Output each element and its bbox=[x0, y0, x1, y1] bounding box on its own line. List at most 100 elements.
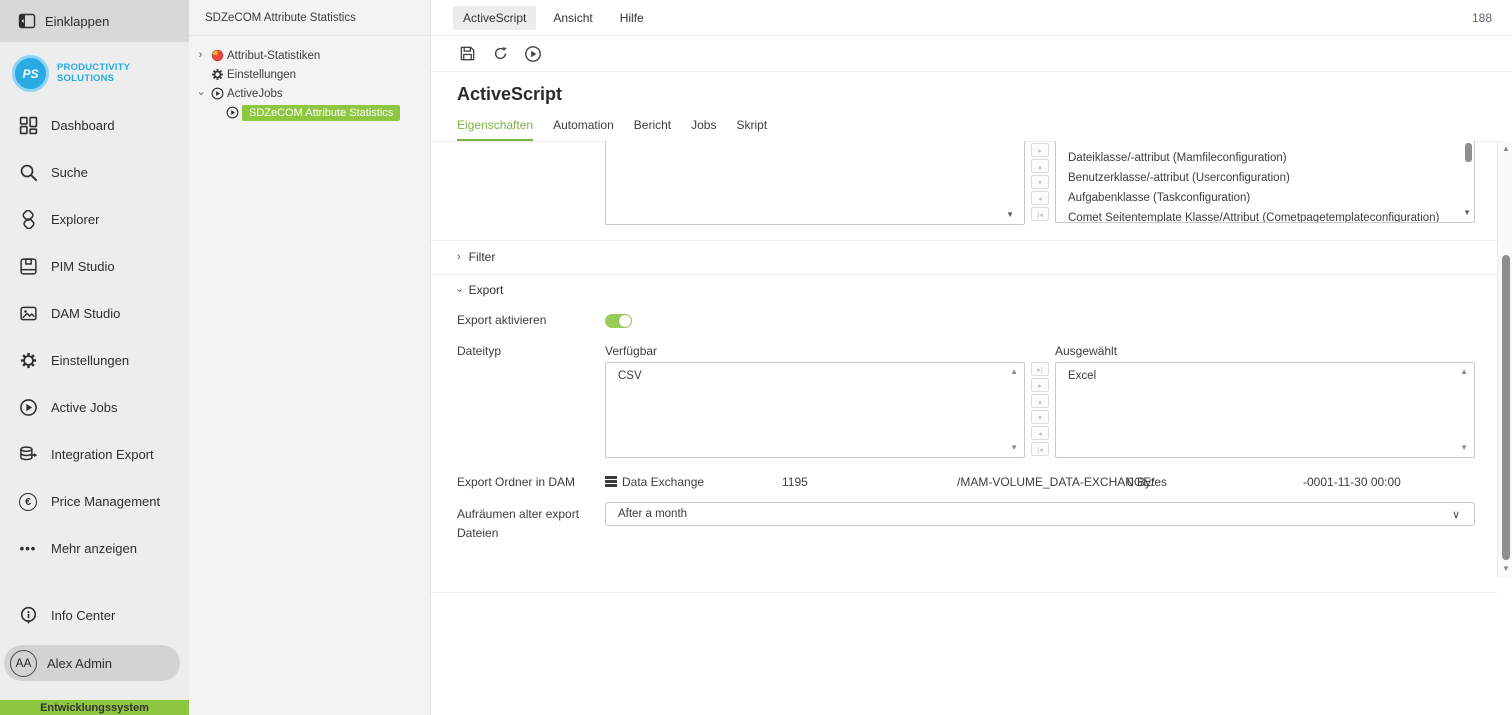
move-left-button[interactable]: ◂ bbox=[1031, 426, 1049, 440]
filetype-transfer-buttons: ▸| ▸ ▴ ▾ ◂ |◂ bbox=[1031, 362, 1049, 456]
tab-eigenschaften[interactable]: Eigenschaften bbox=[457, 118, 533, 141]
scroll-down-icon[interactable]: ▼ bbox=[1502, 565, 1510, 573]
sidebar-item-pim-studio[interactable]: PIM Studio bbox=[0, 243, 189, 290]
menu-hilfe[interactable]: Hilfe bbox=[610, 6, 654, 30]
sidebar-item-label: Explorer bbox=[51, 212, 99, 227]
refresh-icon[interactable] bbox=[490, 44, 510, 64]
sidebar-item-explorer[interactable]: Explorer bbox=[0, 196, 189, 243]
list-item[interactable]: Comet Seitentemplate Klasse/Attribut (Co… bbox=[1056, 207, 1474, 223]
tree-item-label: ActiveJobs bbox=[227, 88, 283, 100]
move-right-button[interactable]: ▸ bbox=[1031, 378, 1049, 392]
play-circle-icon bbox=[226, 106, 237, 119]
chevron-right-icon[interactable]: › bbox=[195, 50, 206, 61]
sidebar-item-dashboard[interactable]: Dashboard bbox=[0, 102, 189, 149]
sidebar-item-active-jobs[interactable]: Active Jobs bbox=[0, 384, 189, 431]
sidebar-item-label: Info Center bbox=[51, 608, 115, 623]
scrollbar-thumb[interactable] bbox=[1465, 143, 1472, 162]
sidebar-item-suche[interactable]: Suche bbox=[0, 149, 189, 196]
tree-item-sdzecom-attribute-statistics[interactable]: SDZeCOM Attribute Statistics bbox=[226, 103, 430, 122]
tree-item-attribut-statistiken[interactable]: › Attribut-Statistiken bbox=[195, 46, 430, 65]
play-circle-icon bbox=[211, 87, 222, 100]
dam-folder-date: -0001-11-30 00:00 bbox=[1303, 475, 1401, 489]
collapse-sidebar-button[interactable]: Einklappen bbox=[0, 0, 189, 42]
counter-badge: 188 bbox=[1472, 11, 1492, 25]
divider bbox=[431, 592, 1497, 593]
tree-item-activejobs[interactable]: › ActiveJobs bbox=[195, 84, 430, 103]
move-all-left-button[interactable]: |◂ bbox=[1031, 207, 1049, 221]
logo-text: PRODUCTIVITY SOLUTIONS bbox=[57, 63, 130, 84]
move-up-button[interactable]: ▴ bbox=[1031, 159, 1049, 173]
avatar: AA bbox=[10, 650, 37, 677]
move-right-button[interactable]: ▸ bbox=[1031, 143, 1049, 157]
scrollbar-thumb[interactable] bbox=[1502, 255, 1510, 560]
move-all-left-button[interactable]: |◂ bbox=[1031, 442, 1049, 456]
list-item[interactable]: Dateiklasse/-attribut (Mamfileconfigurat… bbox=[1056, 147, 1474, 167]
page-scrollbar[interactable]: ▲ ▼ bbox=[1497, 141, 1512, 578]
euro-circle-icon: € bbox=[18, 492, 38, 512]
filetype-selected-listbox[interactable]: Excel ▲ ▼ bbox=[1055, 362, 1475, 458]
filetype-available-listbox[interactable]: CSV ▲ ▼ bbox=[605, 362, 1025, 458]
logo-ps-badge: PS bbox=[12, 55, 49, 92]
sidebar-item-integration-export[interactable]: Integration Export bbox=[0, 431, 189, 478]
menu-activescript[interactable]: ActiveScript bbox=[453, 6, 536, 30]
main-content: ActiveScript Ansicht Hilfe 188 ActiveScr… bbox=[431, 0, 1512, 715]
scroll-down-icon[interactable]: ▼ bbox=[1460, 444, 1468, 452]
attribute-available-listbox[interactable]: ▼ bbox=[605, 141, 1025, 225]
section-filter[interactable]: › Filter bbox=[457, 250, 495, 264]
menu-ansicht[interactable]: Ansicht bbox=[543, 6, 602, 30]
scroll-up-icon[interactable]: ▲ bbox=[1460, 368, 1468, 376]
filetype-label: Dateityp bbox=[457, 344, 501, 358]
move-down-button[interactable]: ▾ bbox=[1031, 410, 1049, 424]
list-item[interactable]: Benutzerklasse/-attribut (Userconfigurat… bbox=[1056, 167, 1474, 187]
dam-folder-label: Export Ordner in DAM bbox=[457, 475, 575, 489]
sidebar-item-mehr-anzeigen[interactable]: ••• Mehr anzeigen bbox=[0, 525, 189, 572]
page-title: ActiveScript bbox=[457, 84, 562, 105]
sidebar-item-dam-studio[interactable]: DAM Studio bbox=[0, 290, 189, 337]
tab-bericht[interactable]: Bericht bbox=[634, 118, 671, 141]
search-icon bbox=[18, 163, 38, 183]
dam-folder-name[interactable]: Data Exchange bbox=[622, 475, 704, 489]
list-item[interactable]: Excel bbox=[1056, 363, 1474, 385]
sidebar-item-einstellungen[interactable]: Einstellungen bbox=[0, 337, 189, 384]
tab-jobs[interactable]: Jobs bbox=[691, 118, 716, 141]
list-item[interactable]: Aufgabenklasse (Taskconfiguration) bbox=[1056, 187, 1474, 207]
cleanup-select-value: After a month bbox=[618, 508, 687, 520]
sidebar-item-price-management[interactable]: € Price Management bbox=[0, 478, 189, 525]
scroll-up-icon[interactable]: ▲ bbox=[1502, 145, 1510, 153]
scroll-up-icon[interactable]: ▲ bbox=[1010, 368, 1018, 376]
sidebar-item-label: Active Jobs bbox=[51, 400, 117, 415]
scroll-down-icon[interactable]: ▼ bbox=[1463, 209, 1471, 217]
user-menu[interactable]: AA Alex Admin bbox=[4, 645, 180, 681]
scroll-down-icon[interactable]: ▼ bbox=[1010, 444, 1018, 452]
navigation-tree-panel: SDZeCOM Attribute Statistics › Attribut-… bbox=[189, 0, 431, 715]
move-all-right-button[interactable]: ▸| bbox=[1031, 362, 1049, 376]
run-button[interactable] bbox=[523, 44, 543, 64]
move-left-button[interactable]: ◂ bbox=[1031, 191, 1049, 205]
divider bbox=[431, 240, 1497, 241]
attribute-selected-listbox[interactable]: Dateiklasse/-attribut (Mamfileconfigurat… bbox=[1055, 141, 1475, 223]
dam-folder-id: 1195 bbox=[782, 475, 808, 489]
scroll-down-icon[interactable]: ▼ bbox=[1006, 211, 1014, 219]
move-up-button[interactable]: ▴ bbox=[1031, 394, 1049, 408]
tab-automation[interactable]: Automation bbox=[553, 118, 614, 141]
sidebar-item-label: Einstellungen bbox=[51, 353, 129, 368]
menubar: ActiveScript Ansicht Hilfe 188 bbox=[431, 0, 1512, 36]
section-export[interactable]: › Export bbox=[457, 283, 503, 297]
environment-badge: Entwicklungssystem bbox=[0, 700, 189, 715]
chevron-down-icon[interactable]: › bbox=[195, 88, 206, 99]
tree-item-einstellungen[interactable]: Einstellungen bbox=[211, 65, 430, 84]
app-window: Einklappen PS PRODUCTIVITY SOLUTIONS Das… bbox=[0, 0, 1512, 715]
sidebar-item-info-center[interactable]: Info Center bbox=[0, 592, 189, 639]
section-filter-label: Filter bbox=[469, 250, 496, 264]
export-enable-toggle[interactable] bbox=[605, 314, 632, 328]
list-item[interactable]: CSV bbox=[606, 363, 1024, 385]
sidebar-item-label: Integration Export bbox=[51, 447, 154, 462]
save-button[interactable] bbox=[457, 44, 477, 64]
move-down-button[interactable]: ▾ bbox=[1031, 175, 1049, 189]
chevron-down-icon: › bbox=[453, 288, 464, 292]
tree-item-label-selected: SDZeCOM Attribute Statistics bbox=[242, 105, 400, 121]
sidebar-item-label: Price Management bbox=[51, 494, 160, 509]
cleanup-label-line1: Aufräumen alter export bbox=[457, 507, 579, 521]
cleanup-select[interactable]: After a month ∨ bbox=[605, 502, 1475, 526]
tab-skript[interactable]: Skript bbox=[736, 118, 767, 141]
